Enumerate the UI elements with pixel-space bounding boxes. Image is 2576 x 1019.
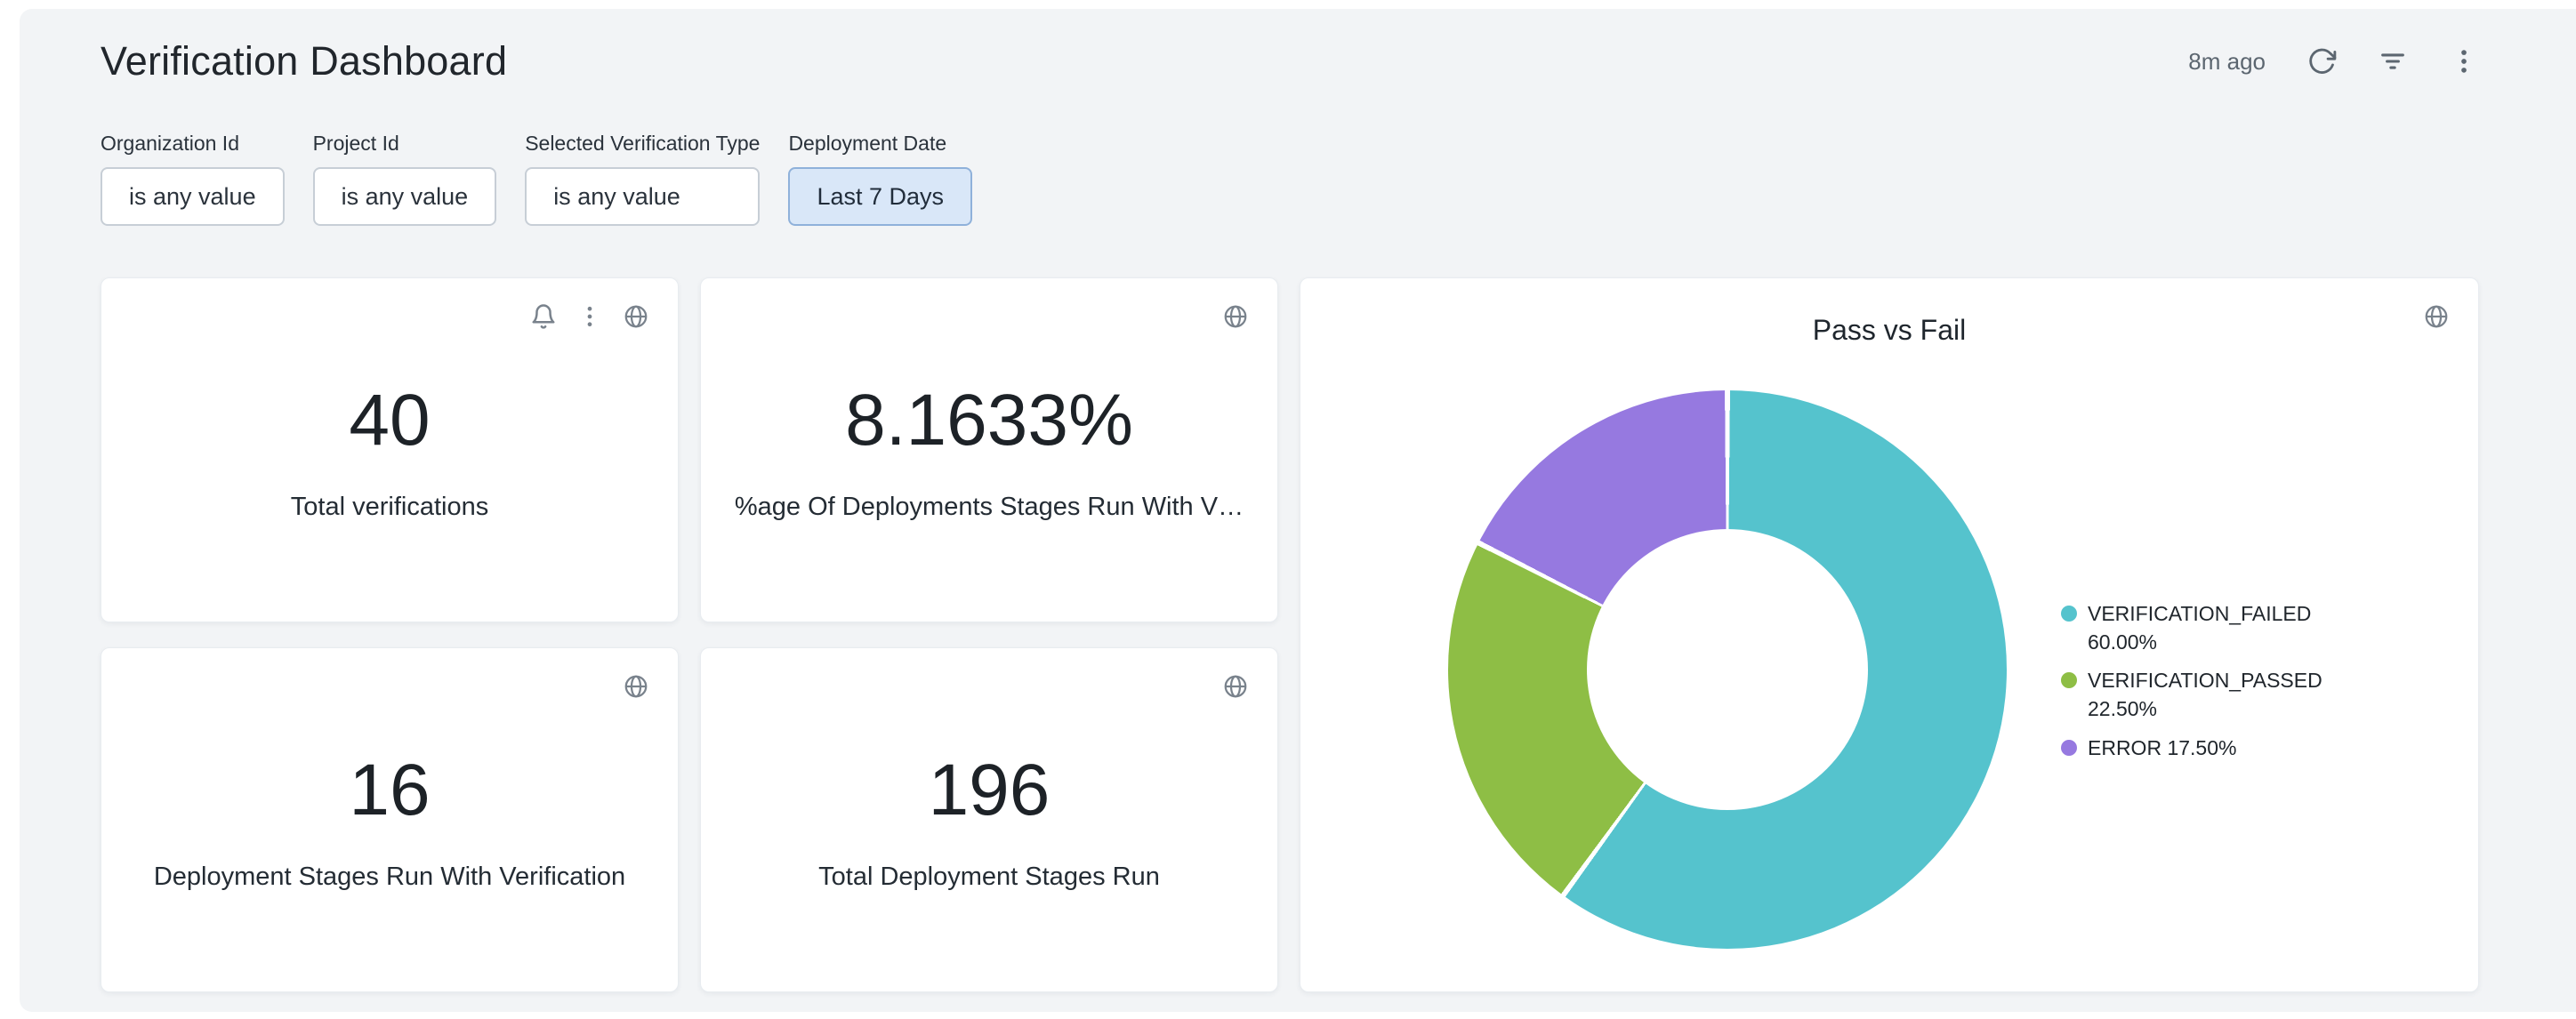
filter-value-button[interactable]: Last 7 Days bbox=[788, 167, 972, 226]
filter-label: Deployment Date bbox=[788, 132, 972, 156]
donut-chart[interactable] bbox=[1448, 390, 2007, 949]
globe-icon[interactable] bbox=[623, 303, 649, 330]
kpi-value: 16 bbox=[349, 754, 430, 827]
legend-pct: 22.50% bbox=[2088, 697, 2157, 720]
header-actions: 8m ago bbox=[2188, 46, 2479, 76]
globe-icon[interactable] bbox=[2423, 303, 2450, 330]
legend-label: ERROR bbox=[2088, 736, 2161, 759]
legend-text: VERIFICATION_PASSED 22.50% bbox=[2088, 667, 2350, 723]
tile-icons bbox=[530, 303, 649, 330]
kpi-tile-total-stages-run: 196 Total Deployment Stages Run bbox=[700, 647, 1278, 992]
tile-icons bbox=[1222, 303, 1249, 330]
legend-label: VERIFICATION_PASSED bbox=[2088, 669, 2322, 692]
legend-item-verification-passed[interactable]: VERIFICATION_PASSED 22.50% bbox=[2061, 667, 2350, 723]
kpi-label: Total verifications bbox=[291, 493, 488, 522]
filter-label: Project Id bbox=[313, 132, 497, 156]
refresh-icon[interactable] bbox=[2306, 46, 2337, 76]
kebab-menu-icon[interactable] bbox=[2449, 46, 2479, 76]
legend-pct: 60.00% bbox=[2088, 630, 2157, 654]
kpi-value: 40 bbox=[349, 384, 430, 457]
legend-text: ERROR 17.50% bbox=[2088, 734, 2236, 763]
globe-icon[interactable] bbox=[623, 673, 649, 700]
tile-icons bbox=[2423, 303, 2450, 330]
page-title: Verification Dashboard bbox=[101, 38, 507, 84]
filter-bar: Organization Id is any value Project Id … bbox=[101, 132, 2479, 226]
filter-project-id: Project Id is any value bbox=[313, 132, 497, 226]
legend-item-verification-failed[interactable]: VERIFICATION_FAILED 60.00% bbox=[2061, 600, 2350, 656]
kpi-tile-stages-run-with-verification: 16 Deployment Stages Run With Verificati… bbox=[101, 647, 679, 992]
legend-dot bbox=[2061, 740, 2077, 756]
bell-icon[interactable] bbox=[530, 303, 557, 330]
tile-icons bbox=[1222, 673, 1249, 700]
kpi-grid: 40 Total verifications 8.1633% %age Of D… bbox=[101, 277, 1278, 992]
kpi-tile-total-verifications: 40 Total verifications bbox=[101, 277, 679, 622]
legend-label: VERIFICATION_FAILED bbox=[2088, 602, 2311, 625]
legend-text: VERIFICATION_FAILED 60.00% bbox=[2088, 600, 2350, 656]
filter-value-button[interactable]: is any value bbox=[525, 167, 760, 226]
kpi-value: 8.1633% bbox=[845, 384, 1133, 457]
kpi-label: %age Of Deployments Stages Run With V… bbox=[735, 493, 1244, 522]
chart-title: Pass vs Fail bbox=[1300, 314, 2478, 347]
donut-hole bbox=[1587, 529, 1868, 810]
chart-legend: VERIFICATION_FAILED 60.00% VERIFICATION_… bbox=[2061, 600, 2350, 774]
kpi-value: 196 bbox=[929, 754, 1051, 827]
cards-area: 40 Total verifications 8.1633% %age Of D… bbox=[101, 277, 2479, 992]
dashboard-header: Verification Dashboard 8m ago bbox=[101, 37, 2479, 85]
last-refresh-label: 8m ago bbox=[2188, 48, 2266, 76]
legend-dot bbox=[2061, 606, 2077, 622]
filter-organization-id: Organization Id is any value bbox=[101, 132, 285, 226]
filter-label: Organization Id bbox=[101, 132, 285, 156]
dashboard-content: Verification Dashboard 8m ago bbox=[0, 0, 2576, 992]
legend-pct: 17.50% bbox=[2167, 736, 2236, 759]
filter-label: Selected Verification Type bbox=[525, 132, 760, 156]
filter-verification-type: Selected Verification Type is any value bbox=[525, 132, 760, 226]
tile-icons bbox=[623, 673, 649, 700]
filter-icon[interactable] bbox=[2378, 46, 2408, 76]
filter-value-button[interactable]: is any value bbox=[101, 167, 285, 226]
pass-vs-fail-card: Pass vs Fail VERIFICATION_FAILED 60.00% bbox=[1300, 277, 2479, 992]
globe-icon[interactable] bbox=[1222, 303, 1249, 330]
globe-icon[interactable] bbox=[1222, 673, 1249, 700]
kebab-menu-icon[interactable] bbox=[576, 303, 603, 330]
filter-deployment-date: Deployment Date Last 7 Days bbox=[788, 132, 972, 226]
kpi-label: Deployment Stages Run With Verification bbox=[154, 863, 625, 892]
kpi-label: Total Deployment Stages Run bbox=[818, 863, 1160, 892]
legend-item-error[interactable]: ERROR 17.50% bbox=[2061, 734, 2350, 763]
filter-value-button[interactable]: is any value bbox=[313, 167, 497, 226]
legend-dot bbox=[2061, 672, 2077, 688]
kpi-tile-pct-stages-with-verification: 8.1633% %age Of Deployments Stages Run W… bbox=[700, 277, 1278, 622]
